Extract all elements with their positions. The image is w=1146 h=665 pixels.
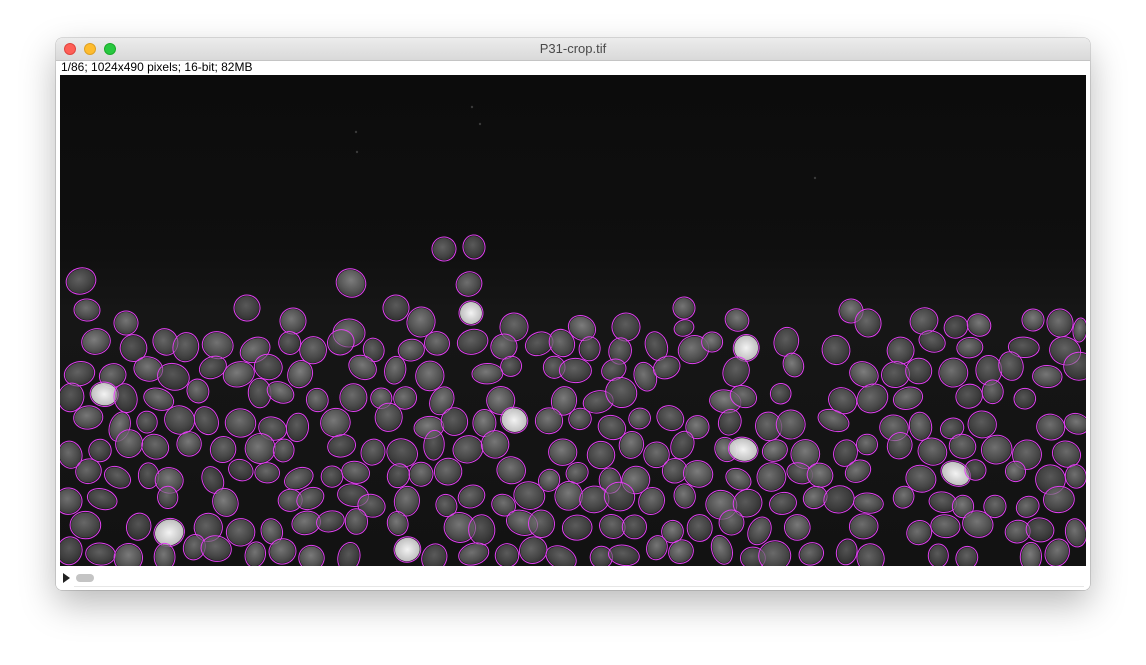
- nucleus: [536, 408, 562, 433]
- slice-slider-thumb[interactable]: [76, 574, 94, 582]
- nucleus-roi[interactable]: [339, 383, 368, 413]
- window-title: P31-crop.tif: [539, 41, 607, 56]
- image-info-text: 1/86; 1024x490 pixels; 16-bit; 82MB: [61, 60, 253, 74]
- background-speck: [478, 122, 482, 126]
- nucleus-roi[interactable]: [701, 331, 724, 353]
- nucleus-roi[interactable]: [320, 465, 344, 488]
- background-speck: [354, 130, 358, 134]
- image-canvas[interactable]: [60, 75, 1086, 566]
- nucleus-roi[interactable]: [69, 510, 102, 540]
- slider-divider: [74, 586, 1084, 587]
- background-speck: [355, 150, 359, 154]
- nucleus-roi[interactable]: [686, 514, 713, 542]
- nucleus-roi[interactable]: [344, 508, 369, 535]
- stack-controls: [56, 567, 1090, 590]
- nucleus-roi[interactable]: [981, 379, 1004, 405]
- nucleus: [340, 384, 366, 411]
- background-speck: [470, 105, 474, 109]
- play-icon[interactable]: [63, 573, 70, 583]
- nucleus-roi[interactable]: [471, 362, 504, 385]
- nucleus-roi[interactable]: [558, 357, 592, 384]
- nucleus-roi[interactable]: [905, 357, 933, 385]
- slice-slider[interactable]: [74, 572, 1084, 587]
- image-window: P31-crop.tif 1/86; 1024x490 pixels; 16-b…: [56, 38, 1090, 590]
- microscopy-image: [60, 75, 1086, 566]
- nucleus-roi[interactable]: [548, 438, 578, 466]
- nucleus: [71, 512, 100, 538]
- nucleus-roi[interactable]: [856, 433, 878, 456]
- title-bar[interactable]: P31-crop.tif: [56, 38, 1090, 61]
- background-speck: [813, 176, 817, 180]
- nucleus: [473, 410, 495, 436]
- nucleus-roi[interactable]: [534, 407, 564, 435]
- nucleus-roi[interactable]: [621, 514, 647, 540]
